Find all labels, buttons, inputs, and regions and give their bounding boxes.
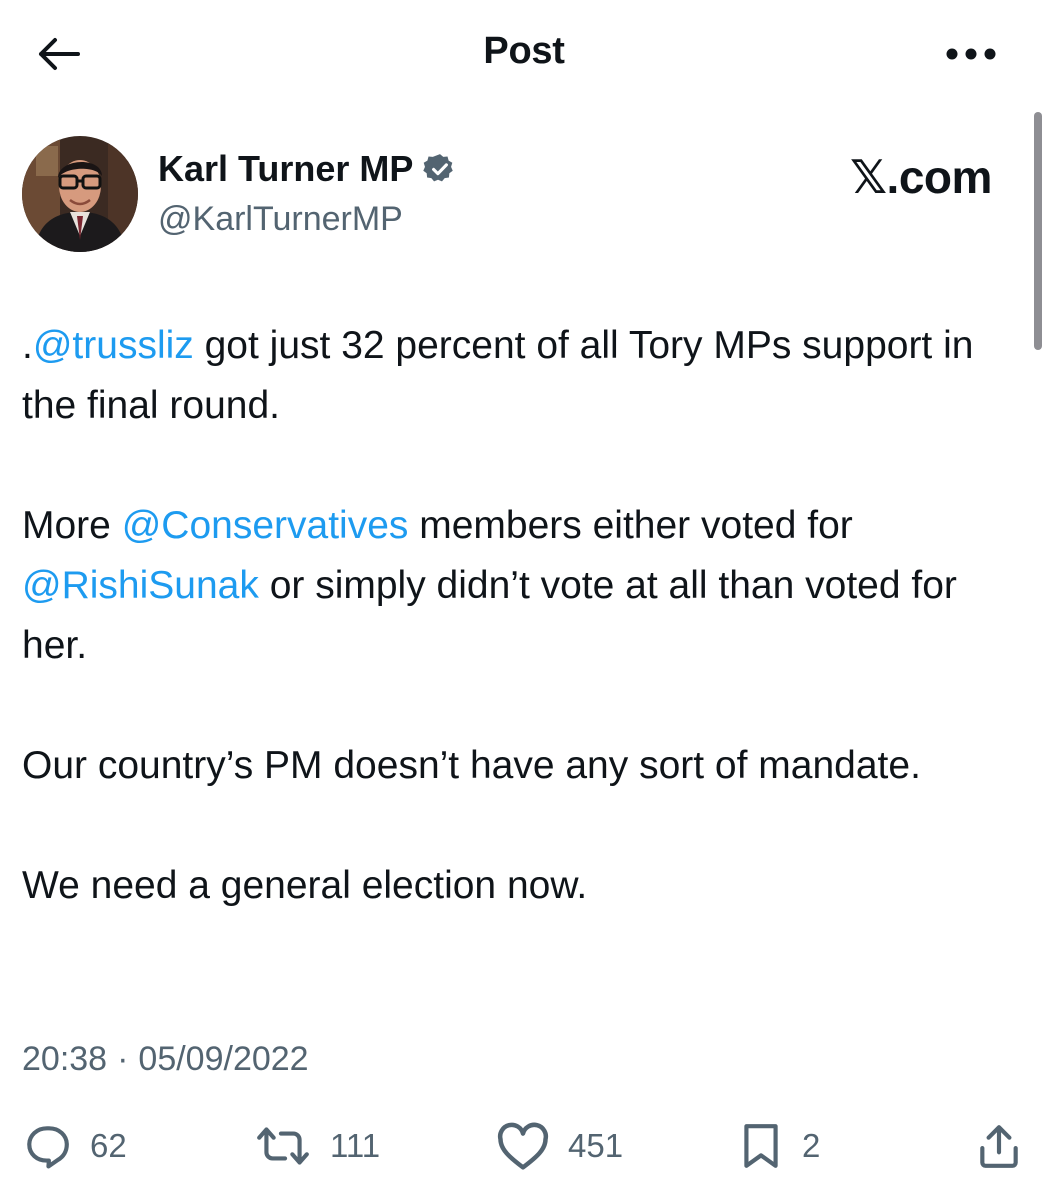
avatar[interactable] — [22, 136, 138, 252]
action-bar: 62 111 451 2 — [0, 1116, 1048, 1176]
text-segment: members either voted for — [408, 504, 853, 547]
text-segment: . — [22, 324, 33, 367]
verified-badge-icon — [423, 154, 454, 182]
heart-icon — [497, 1122, 549, 1170]
author-handle[interactable]: @KarlTurnerMP — [158, 200, 403, 239]
text-segment: More — [22, 504, 122, 547]
more-dots-icon — [946, 48, 996, 60]
share-button[interactable] — [976, 1116, 1022, 1176]
page-title: Post — [0, 30, 1048, 73]
author-name[interactable]: Karl Turner MP — [158, 148, 457, 190]
tweet-paragraph-3: Our country’s PM doesn’t have any sort o… — [22, 744, 921, 787]
repost-icon — [257, 1127, 309, 1165]
bookmark-icon — [744, 1124, 778, 1168]
bookmark-button[interactable]: 2 — [738, 1116, 820, 1176]
mention-trussliz[interactable]: @trussliz — [33, 324, 194, 367]
like-count: 451 — [568, 1127, 624, 1164]
more-options-button[interactable] — [938, 30, 1004, 78]
reply-button[interactable]: 62 — [22, 1116, 127, 1176]
like-button[interactable]: 451 — [496, 1116, 623, 1176]
scrollbar[interactable] — [1034, 112, 1042, 350]
page-title-text: Post — [483, 30, 565, 72]
reply-count: 62 — [90, 1127, 127, 1164]
arrow-left-icon — [39, 38, 80, 70]
tweet-paragraph-2: More @Conservatives members either voted… — [22, 496, 1022, 676]
timestamp-separator: · — [117, 1040, 129, 1078]
author-name-text: Karl Turner MP — [158, 148, 414, 189]
brand-watermark: 𝕏.com — [850, 151, 992, 203]
repost-button[interactable]: 111 — [254, 1116, 380, 1176]
tweet-paragraph-4: We need a general election now. — [22, 864, 588, 907]
tweet-text: .@trussliz got just 32 percent of all To… — [22, 316, 1022, 916]
tweet-paragraph-1: .@trussliz got just 32 percent of all To… — [22, 316, 1022, 436]
mention-rishisunak[interactable]: @RishiSunak — [22, 564, 259, 607]
post-timestamp[interactable]: 20:38 · 05/09/2022 — [22, 1040, 309, 1079]
top-bar: Post — [0, 0, 1048, 106]
bookmark-count: 2 — [802, 1127, 821, 1164]
post-time: 20:38 — [22, 1040, 108, 1078]
back-button[interactable] — [30, 30, 86, 78]
share-icon — [980, 1125, 1018, 1168]
profile-photo — [22, 136, 138, 252]
post-date: 05/09/2022 — [138, 1040, 309, 1078]
repost-count: 111 — [330, 1127, 381, 1164]
mention-conservatives[interactable]: @Conservatives — [122, 504, 409, 547]
reply-icon — [27, 1126, 69, 1169]
